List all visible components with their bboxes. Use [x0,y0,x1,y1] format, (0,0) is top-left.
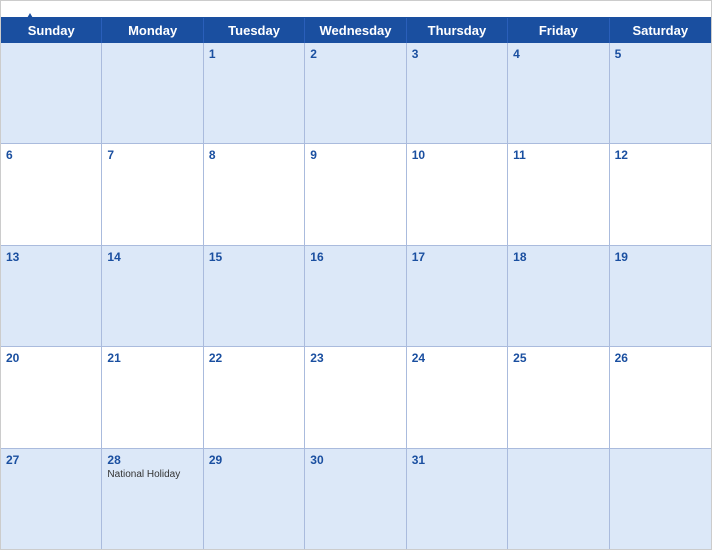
day-number: 20 [6,351,96,365]
day-cell: 4 [508,43,609,143]
day-number: 7 [107,148,197,162]
day-number: 21 [107,351,197,365]
day-cell: 28 National Holiday [102,449,203,549]
day-cell: 25 [508,347,609,447]
day-header-monday: Monday [102,18,203,43]
day-number: 25 [513,351,603,365]
day-cell: 30 [305,449,406,549]
day-cell: 14 [102,246,203,346]
day-number: 23 [310,351,400,365]
day-cell: 6 [1,144,102,244]
day-number: 2 [310,47,400,61]
day-number: 14 [107,250,197,264]
day-cell: 24 [407,347,508,447]
day-cell: 27 [1,449,102,549]
day-number: 15 [209,250,299,264]
day-number: 8 [209,148,299,162]
day-headers-row: SundayMondayTuesdayWednesdayThursdayFrid… [1,18,711,43]
day-number: 22 [209,351,299,365]
day-cell: 9 [305,144,406,244]
day-header-sunday: Sunday [1,18,102,43]
day-cell [508,449,609,549]
day-cell: 29 [204,449,305,549]
calendar-grid: SundayMondayTuesdayWednesdayThursdayFrid… [1,17,711,549]
day-cell [102,43,203,143]
day-number: 19 [615,250,706,264]
day-cell: 12 [610,144,711,244]
day-cell: 7 [102,144,203,244]
day-number: 28 [107,453,197,467]
day-number: 24 [412,351,502,365]
day-number: 30 [310,453,400,467]
logo-icon [21,11,39,29]
day-cell: 8 [204,144,305,244]
day-header-saturday: Saturday [610,18,711,43]
day-cell: 2 [305,43,406,143]
holiday-note: National Holiday [107,469,197,480]
day-cell: 22 [204,347,305,447]
day-number: 18 [513,250,603,264]
day-cell: 23 [305,347,406,447]
day-number: 10 [412,148,502,162]
day-number: 5 [615,47,706,61]
week-row-1: 12345 [1,43,711,144]
day-header-thursday: Thursday [407,18,508,43]
day-cell: 15 [204,246,305,346]
day-cell [610,449,711,549]
day-number: 12 [615,148,706,162]
day-header-wednesday: Wednesday [305,18,406,43]
day-number: 9 [310,148,400,162]
calendar-header [1,1,711,17]
day-cell: 18 [508,246,609,346]
week-row-4: 20 21 22 23 24 25 26 [1,347,711,448]
day-cell [1,43,102,143]
day-number: 17 [412,250,502,264]
day-cell: 31 [407,449,508,549]
day-cell: 16 [305,246,406,346]
day-number: 1 [209,47,299,61]
day-cell: 11 [508,144,609,244]
calendar-weeks: 1234567891011121314151617181920212223242… [1,43,711,549]
day-cell: 5 [610,43,711,143]
day-cell: 10 [407,144,508,244]
day-cell: 17 [407,246,508,346]
day-cell: 20 [1,347,102,447]
day-number: 26 [615,351,706,365]
day-number: 11 [513,148,603,162]
day-cell: 1 [204,43,305,143]
day-cell: 3 [407,43,508,143]
week-row-2: 6789 10 11 12 [1,144,711,245]
day-number: 13 [6,250,96,264]
day-cell: 19 [610,246,711,346]
day-number: 31 [412,453,502,467]
day-number: 16 [310,250,400,264]
day-cell: 26 [610,347,711,447]
day-header-friday: Friday [508,18,609,43]
day-header-tuesday: Tuesday [204,18,305,43]
day-number: 4 [513,47,603,61]
day-cell: 13 [1,246,102,346]
day-number: 6 [6,148,96,162]
week-row-3: 13 14 15 16 17 18 19 [1,246,711,347]
calendar-container: SundayMondayTuesdayWednesdayThursdayFrid… [0,0,712,550]
day-number: 27 [6,453,96,467]
day-number: 29 [209,453,299,467]
day-number: 3 [412,47,502,61]
week-row-5: 27 28 National Holiday 29 30 31 [1,449,711,549]
day-cell: 21 [102,347,203,447]
